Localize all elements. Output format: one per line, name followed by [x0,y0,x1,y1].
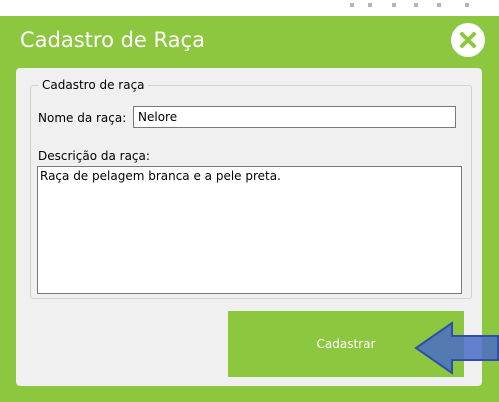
arrow-left-icon [414,321,499,375]
background-dot [350,3,354,7]
close-icon [460,32,476,48]
race-groupbox: Cadastro de raça Nome da raça: Descrição… [30,77,472,299]
background-dot [465,3,469,7]
background-app-topbar [0,0,499,16]
race-description-label: Descrição da raça: [38,149,150,163]
race-description-input[interactable]: Raça de pelagem branca e a pele preta. [37,166,462,294]
dialog-titlebar: Cadastro de Raça [0,16,499,64]
background-dot [392,3,396,7]
race-name-label: Nome da raça: [38,111,127,125]
dialog-title: Cadastro de Raça [20,28,205,52]
background-dot [368,3,372,7]
background-dot [437,3,441,7]
background-dot [414,3,418,7]
groupbox-title: Cadastro de raça [39,77,148,93]
close-button[interactable] [451,23,485,57]
race-name-input[interactable] [133,106,456,128]
